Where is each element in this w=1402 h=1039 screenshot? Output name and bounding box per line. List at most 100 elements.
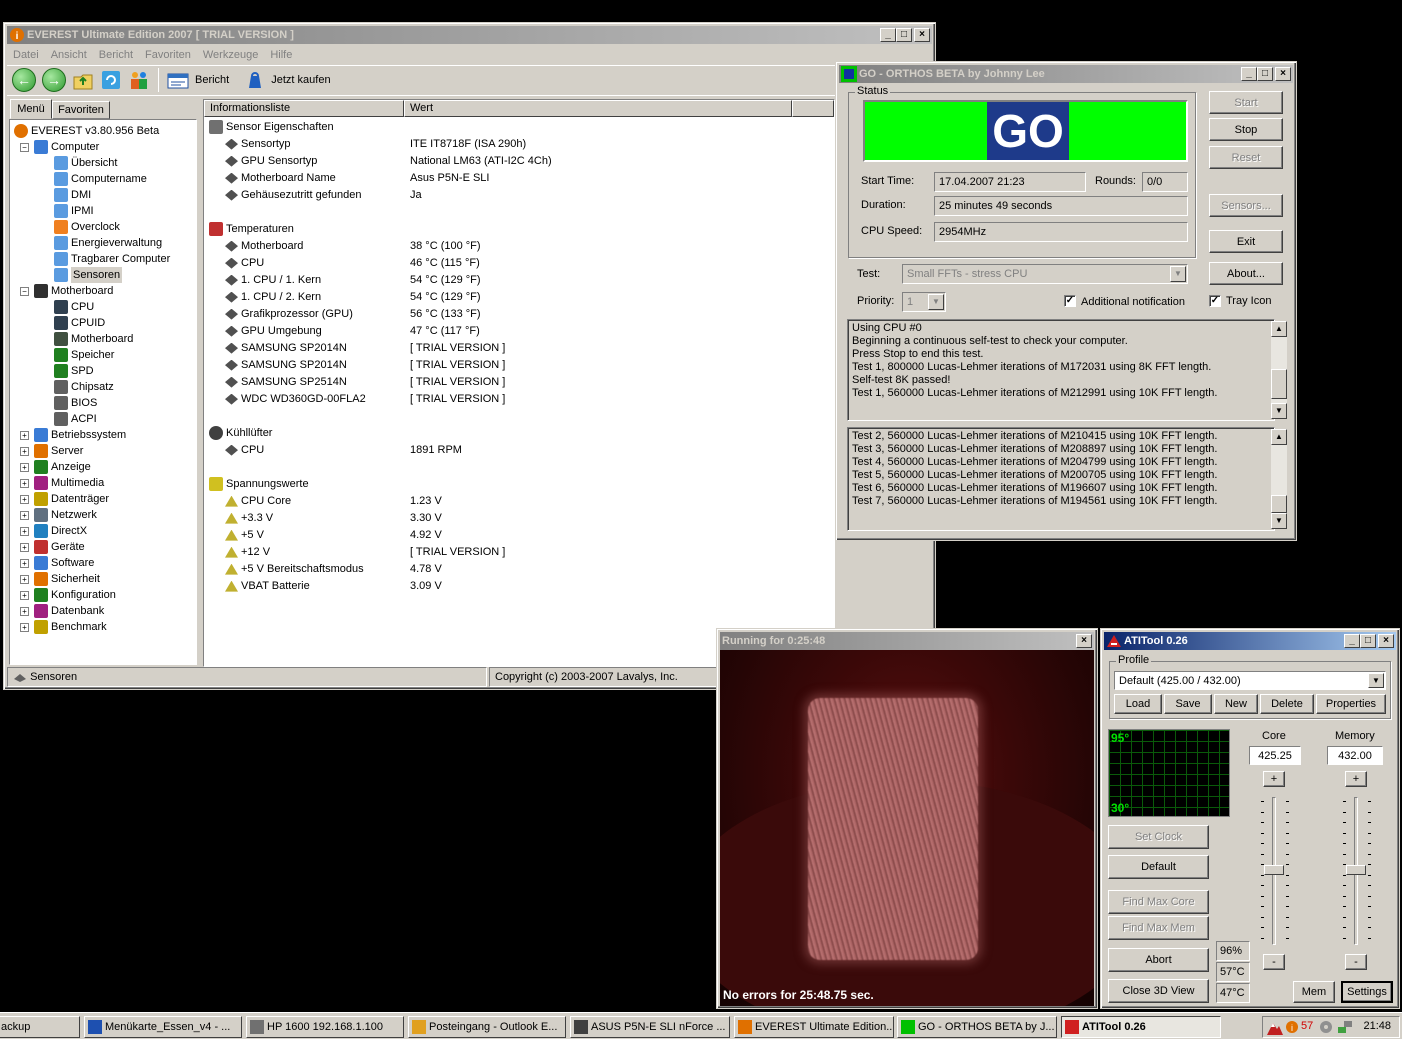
up-folder-icon[interactable] xyxy=(72,69,94,91)
tree-item-motherboard-2[interactable]: Motherboard xyxy=(54,331,133,347)
tree-item-category-6[interactable]: DirectX xyxy=(34,523,87,539)
everest-titlebar[interactable]: i EVEREST Ultimate Edition 2007 [ TRIAL … xyxy=(7,26,932,44)
tree-expander-icon[interactable]: + xyxy=(20,623,29,632)
core-slider-thumb[interactable] xyxy=(1264,865,1284,875)
scroll-down-icon[interactable]: ▼ xyxy=(1271,513,1287,529)
tree-item-category-4[interactable]: Datenträger xyxy=(34,491,109,507)
priority-select[interactable]: 1 ▼ xyxy=(902,292,946,312)
set-clock-button[interactable]: Set Clock xyxy=(1108,825,1209,849)
list-row[interactable]: Motherboard Name xyxy=(225,170,336,187)
menu-werkzeuge[interactable]: Werkzeuge xyxy=(203,45,258,65)
tree-item-category-10[interactable]: Konfiguration xyxy=(34,587,116,603)
notification-checkbox[interactable]: ✓ xyxy=(1064,295,1076,307)
chevron-down-icon[interactable]: ▼ xyxy=(1170,266,1186,282)
new-button[interactable]: New xyxy=(1214,694,1258,714)
log-primary[interactable]: Using CPU #0 Beginning a continuous self-… xyxy=(847,319,1275,421)
chevron-down-icon[interactable]: ▼ xyxy=(928,294,944,310)
tree-item-category-11[interactable]: Datenbank xyxy=(34,603,104,619)
tree-item-computer-3[interactable]: IPMI xyxy=(54,203,94,219)
scroll-thumb[interactable] xyxy=(1271,369,1287,399)
settings-button[interactable]: Settings xyxy=(1341,981,1393,1003)
log-secondary[interactable]: Test 2, 560000 Lucas-Lehmer iterations o… xyxy=(847,427,1275,531)
minimize-icon[interactable]: _ xyxy=(880,28,896,42)
exit-button[interactable]: Exit xyxy=(1209,230,1283,253)
tree-item-motherboard-3[interactable]: Speicher xyxy=(54,347,114,363)
memory-input[interactable]: 432.00 xyxy=(1327,746,1383,765)
tree-item-motherboard-6[interactable]: BIOS xyxy=(54,395,97,411)
close-icon[interactable]: × xyxy=(1275,67,1291,81)
render-viewport[interactable]: No errors for 25:48.75 sec. xyxy=(720,650,1094,1006)
tree-item-computer-2[interactable]: DMI xyxy=(54,187,91,203)
list-row[interactable]: Motherboard xyxy=(225,238,303,255)
log-secondary-scrollbar[interactable]: ▲ ▼ xyxy=(1271,429,1287,529)
tree-expander-icon[interactable]: + xyxy=(20,591,29,600)
stop-button[interactable]: Stop xyxy=(1209,118,1283,141)
users-icon[interactable] xyxy=(128,69,150,91)
scroll-up-icon[interactable]: ▲ xyxy=(1271,429,1287,445)
list-row[interactable]: Gehäusezutritt gefunden xyxy=(225,187,361,204)
atitool-titlebar[interactable]: ATITool 0.26 _ □ × xyxy=(1104,632,1396,650)
properties-button[interactable]: Properties xyxy=(1316,694,1386,714)
list-row[interactable]: +12 V xyxy=(225,544,270,561)
tray-icon-checkbox[interactable]: ✓ xyxy=(1209,295,1221,307)
find-max-core-button[interactable]: Find Max Core xyxy=(1108,890,1209,914)
tree-expander-icon[interactable]: + xyxy=(20,575,29,584)
column-header-field[interactable]: Informationsliste xyxy=(204,100,404,117)
chevron-down-icon[interactable]: ▼ xyxy=(1368,673,1384,688)
tree-expander-icon[interactable]: + xyxy=(20,607,29,616)
tree-expander-icon[interactable]: + xyxy=(20,495,29,504)
report-icon[interactable] xyxy=(167,70,189,90)
refresh-icon[interactable] xyxy=(100,69,122,91)
list-row[interactable]: GPU Sensortyp xyxy=(225,153,317,170)
maximize-icon[interactable]: □ xyxy=(1257,67,1273,81)
list-row[interactable]: SAMSUNG SP2014N xyxy=(225,340,347,357)
taskbar-button[interactable]: Menükarte_Essen_v4 - ... xyxy=(84,1016,242,1038)
taskbar-button[interactable]: GO - ORTHOS BETA by J... xyxy=(897,1016,1057,1038)
tree-item-computer-0[interactable]: Übersicht xyxy=(54,155,117,171)
scroll-down-icon[interactable]: ▼ xyxy=(1271,403,1287,419)
minimize-icon[interactable]: _ xyxy=(1241,67,1257,81)
memory-slider-thumb[interactable] xyxy=(1346,865,1366,875)
tree-item-computer-6[interactable]: Tragbarer Computer xyxy=(54,251,170,267)
menu-datei[interactable]: Datei xyxy=(13,45,39,65)
scroll-thumb[interactable] xyxy=(1271,495,1287,513)
tree-item-category-3[interactable]: Multimedia xyxy=(34,475,104,491)
tree-expander-icon[interactable]: + xyxy=(20,559,29,568)
core-plus-button[interactable]: + xyxy=(1263,771,1285,787)
scroll-up-icon[interactable]: ▲ xyxy=(1271,321,1287,337)
menu-ansicht[interactable]: Ansicht xyxy=(51,45,87,65)
list-row[interactable]: 1. CPU / 1. Kern xyxy=(225,272,321,289)
maximize-icon[interactable]: □ xyxy=(896,28,912,42)
tree-item-category-0[interactable]: Betriebssystem xyxy=(34,427,126,443)
delete-button[interactable]: Delete xyxy=(1260,694,1314,714)
menu-favoriten[interactable]: Favoriten xyxy=(145,45,191,65)
profile-select[interactable]: Default (425.00 / 432.00) ▼ xyxy=(1114,671,1386,690)
tree-item-computer[interactable]: Computer xyxy=(34,139,99,155)
list-row[interactable]: Sensortyp xyxy=(225,136,291,153)
start-button[interactable]: Start xyxy=(1209,91,1283,114)
column-header-value[interactable]: Wert xyxy=(404,100,792,117)
find-max-mem-button[interactable]: Find Max Mem xyxy=(1108,916,1209,940)
tree-expander-icon[interactable]: + xyxy=(20,479,29,488)
report-button[interactable]: Bericht xyxy=(195,74,229,86)
list-row[interactable]: WDC WD360GD-00FLA2 xyxy=(225,391,366,408)
tree-item-computer-5[interactable]: Energieverwaltung xyxy=(54,235,162,251)
tree-item-motherboard-4[interactable]: SPD xyxy=(54,363,94,379)
minimize-icon[interactable]: _ xyxy=(1344,634,1360,648)
taskbar-button[interactable]: ackup xyxy=(0,1016,80,1038)
tree-item-category-1[interactable]: Server xyxy=(34,443,83,459)
tab-favoriten[interactable]: Favoriten xyxy=(52,101,110,119)
tree-expander-icon[interactable]: + xyxy=(20,447,29,456)
tree-item-motherboard[interactable]: Motherboard xyxy=(34,283,113,299)
disk-icon[interactable] xyxy=(1319,1020,1333,1034)
core-minus-button[interactable]: - xyxy=(1263,954,1285,970)
everest-tray-icon[interactable]: i xyxy=(1285,1020,1299,1034)
tree-item-category-8[interactable]: Software xyxy=(34,555,94,571)
tree-item-category-2[interactable]: Anzeige xyxy=(34,459,91,475)
tree-item-category-12[interactable]: Benchmark xyxy=(34,619,107,635)
tree-item-category-9[interactable]: Sicherheit xyxy=(34,571,100,587)
list-row[interactable]: +5 V Bereitschaftsmodus xyxy=(225,561,364,578)
memory-plus-button[interactable]: + xyxy=(1345,771,1367,787)
list-row[interactable]: +3.3 V xyxy=(225,510,273,527)
save-button[interactable]: Save xyxy=(1164,694,1212,714)
